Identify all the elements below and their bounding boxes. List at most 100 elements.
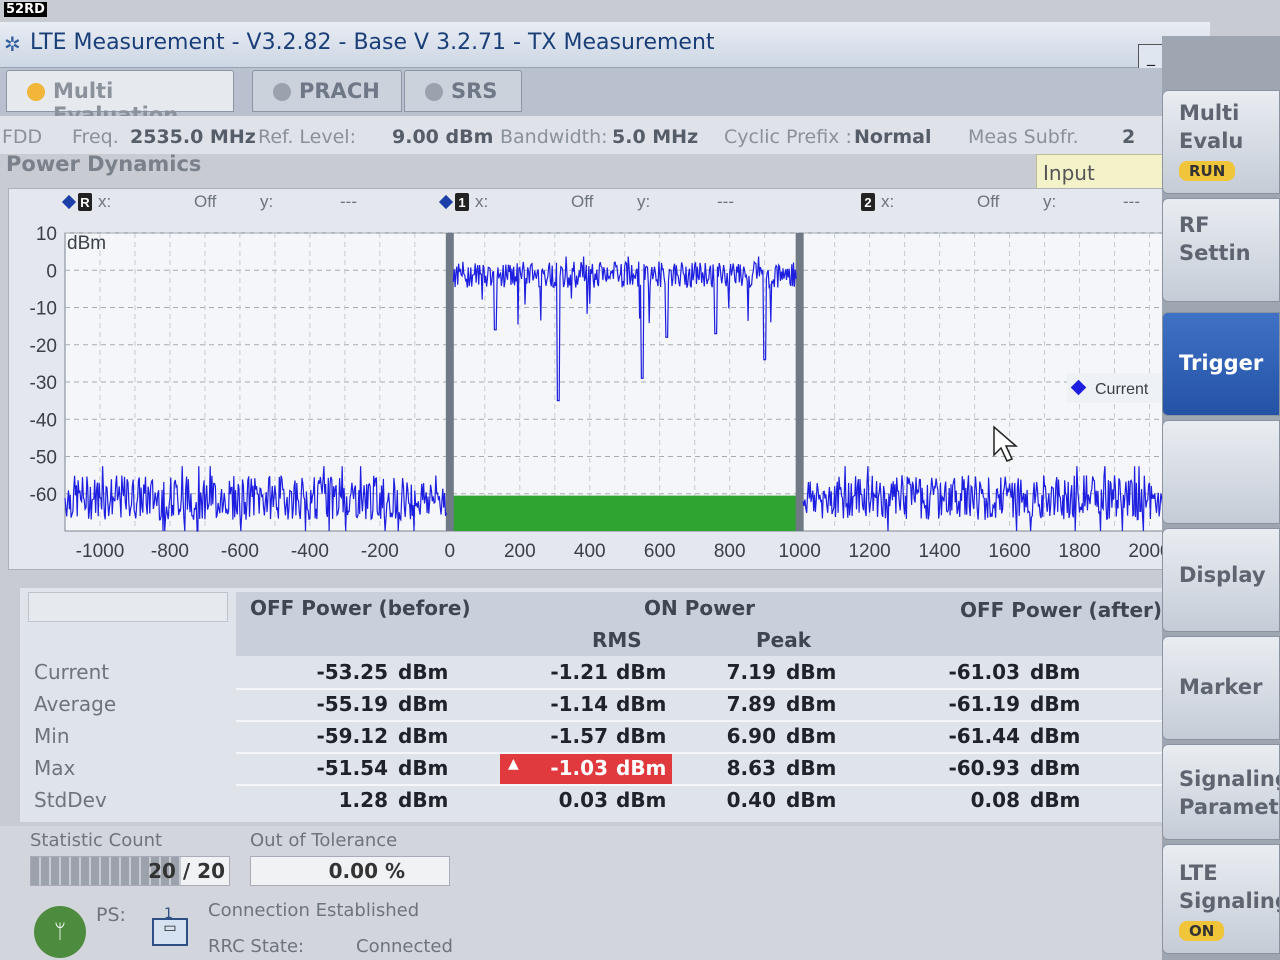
softkey-trigger[interactable]: Trigger [1162, 312, 1280, 416]
marker-x-value: Off [977, 192, 1000, 211]
softkey-signaling-parameter[interactable]: Signaling Paramete [1162, 744, 1280, 840]
softkey-label: Multi Evalu [1179, 101, 1244, 153]
value-off-after: -61.44 [948, 724, 1020, 748]
value-peak: 7.19 [726, 660, 776, 684]
marker-diamond-icon [438, 194, 454, 210]
marker-x-label: x: [475, 192, 488, 211]
value-peak: 0.40 [726, 788, 776, 812]
cyclic-prefix-label: Cyclic Prefix : [724, 126, 852, 148]
unit-label: dBm [616, 692, 667, 716]
x-tick-label: 1400 [918, 541, 960, 562]
ps-label: PS: [96, 904, 126, 926]
ref-level-label: Ref. Level: [258, 126, 356, 148]
unit-label: dBm [786, 756, 837, 780]
ref-level-value: 9.00 dBm [392, 126, 494, 148]
x-tick-label: -600 [221, 541, 259, 562]
y-axis-unit: dBm [67, 233, 106, 254]
value-off-after: -60.93 [948, 756, 1020, 780]
run-badge: RUN [1179, 161, 1236, 181]
tab-label: PRACH [299, 79, 380, 103]
y-tick-label: -10 [30, 299, 57, 320]
softkey-blank[interactable] [1162, 420, 1280, 524]
value-off-after: 0.08 [970, 788, 1020, 812]
value-rms: -1.14 [550, 692, 608, 716]
window-title: LTE Measurement - V3.2.82 - Base V 3.2.7… [30, 30, 715, 55]
table-corner [28, 592, 228, 622]
measurement-info-bar: FDD Freq. 2535.0 MHz Ref. Level: 9.00 dB… [0, 116, 1200, 154]
statistic-count-value: 20 / 20 [148, 859, 225, 883]
unit-label: dBm [616, 724, 667, 748]
unit-label: dBm [1030, 756, 1081, 780]
y-tick-label: -20 [30, 336, 57, 357]
out-of-tolerance-value: 0.00 % [328, 859, 405, 883]
value-off-before: -51.54 [316, 756, 388, 780]
value-off-before: -59.12 [316, 724, 388, 748]
x-tick-label: 600 [644, 541, 676, 562]
row-label: Current [34, 660, 110, 684]
row-separator [236, 720, 1166, 722]
out-of-tolerance-box: 0.00 % [250, 856, 450, 886]
power-dynamics-chart[interactable]: 10 0 -10 -20 -30 -40 -50 -60 -1000 -800 -600 -400 -2… [8, 188, 1188, 570]
statistic-count-bar: 20 / 20 [30, 856, 230, 886]
marker-y-value: --- [340, 192, 357, 211]
softkey-lte-signaling[interactable]: LTE Signaling ON [1162, 844, 1280, 954]
unit-label: dBm [398, 788, 449, 812]
row-label: StdDev [34, 788, 107, 812]
statistic-count-label: Statistic Count [30, 830, 163, 851]
freq-label: Freq. [72, 126, 119, 148]
softkey-label: LTE Signaling [1179, 861, 1280, 913]
freq-value: 2535.0 MHz [130, 126, 256, 148]
status-dot-icon [273, 83, 291, 101]
y-tick-label: 0 [46, 261, 57, 282]
header-peak: Peak [756, 628, 812, 652]
x-tick-label: 400 [574, 541, 606, 562]
on-period-band [449, 495, 800, 531]
header-rms: RMS [592, 628, 642, 652]
value-off-before: 1.28 [338, 788, 388, 812]
softkey-multi-evaluation[interactable]: Multi Evalu RUN [1162, 90, 1280, 194]
marker-y-label: y: [1043, 192, 1056, 211]
unit-label: dBm [1030, 660, 1081, 684]
marker-id: R [80, 195, 90, 210]
header-on-power: ON Power [644, 596, 756, 620]
marker-x-label: x: [881, 192, 894, 211]
meas-subframe-label: Meas Subfr. [968, 126, 1079, 148]
unit-label: dBm [398, 724, 449, 748]
cyclic-prefix-value: Normal [854, 126, 932, 148]
tab-multi-evaluation[interactable]: Multi Evaluation [6, 70, 234, 127]
unit-label: dBm [786, 660, 837, 684]
softkey-marker[interactable]: Marker [1162, 636, 1280, 740]
x-tick-label: -200 [361, 541, 399, 562]
app-gear-icon: ✲ [4, 32, 21, 56]
value-peak: 6.90 [726, 724, 776, 748]
marker-id: 2 [864, 195, 871, 210]
table-subheader-band [236, 626, 1166, 656]
value-rms: -1.57 [550, 724, 608, 748]
x-tick-label: -1000 [76, 541, 125, 562]
value-rms: 0.03 [558, 788, 608, 812]
tab-prach[interactable]: PRACH [252, 70, 402, 112]
minimize-button[interactable]: _ [1138, 44, 1164, 70]
unit-label: dBm [398, 756, 449, 780]
marker-x-value: Off [194, 192, 217, 211]
value-off-after: -61.03 [948, 660, 1020, 684]
marker-diamond-icon [61, 194, 77, 210]
antenna-icon: ᛘ [34, 906, 86, 958]
chart-svg[interactable]: 100-10-20-30-40-50-60-1000 -800 -600 -400 -2… [9, 189, 1187, 569]
softkey-label: Signaling Paramete [1179, 767, 1280, 819]
value-off-after: -61.19 [948, 692, 1020, 716]
value-rms: -1.03 [550, 756, 608, 780]
x-tick-label: 200 [504, 541, 536, 562]
tab-srs[interactable]: SRS [404, 70, 522, 112]
x-tick-label: 0 [445, 541, 456, 562]
softkey-display[interactable]: Display [1162, 528, 1280, 632]
out-of-tolerance-label: Out of Tolerance [250, 830, 398, 851]
row-separator [236, 688, 1166, 690]
softkey-rf-settings[interactable]: RF Settin [1162, 198, 1280, 302]
on-badge: ON [1179, 921, 1225, 941]
unit-label: dBm [616, 756, 667, 780]
marker-y-value: --- [1123, 192, 1140, 211]
marker-y-label: y: [260, 192, 273, 211]
x-tick-label: 1000 [779, 541, 821, 562]
softkey-label: RF Settin [1179, 213, 1251, 265]
